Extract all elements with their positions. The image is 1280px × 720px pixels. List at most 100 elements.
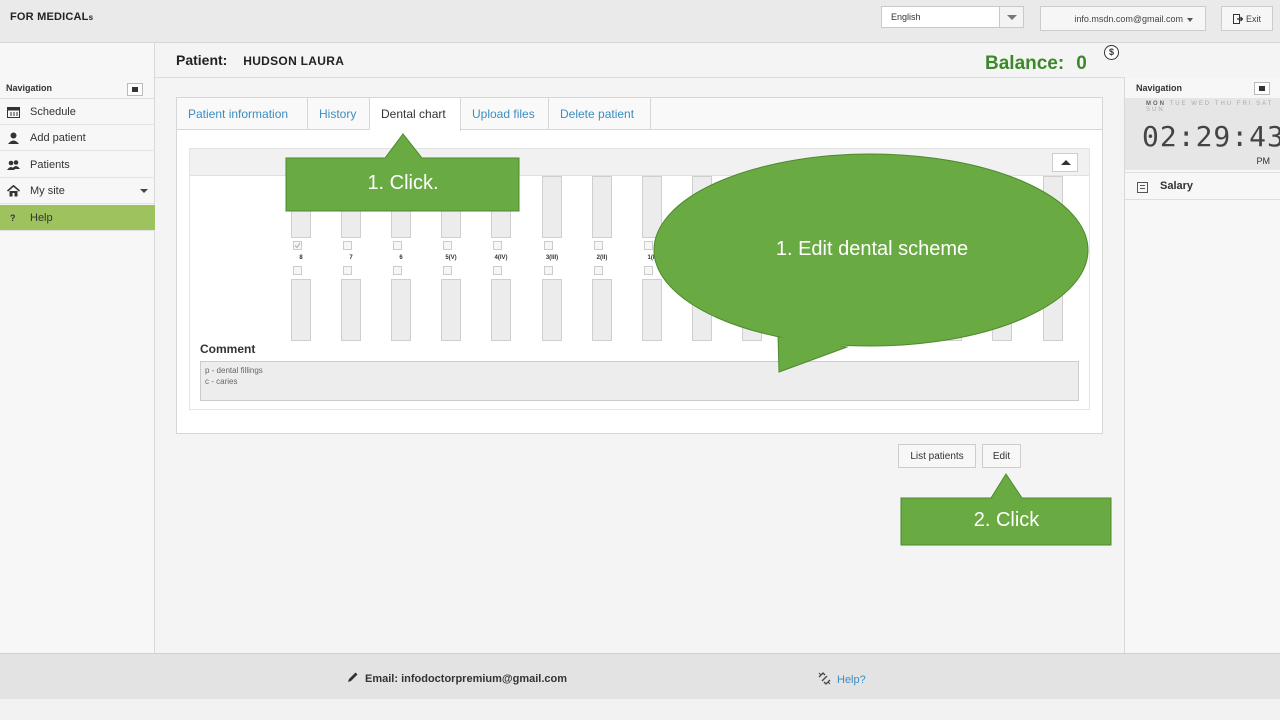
tooth-checkbox[interactable] — [594, 241, 603, 250]
calculator-icon — [1137, 182, 1148, 193]
weekday-sun: SUN — [1146, 107, 1165, 113]
help-link[interactable]: Help? — [818, 672, 866, 686]
broken-link-icon — [818, 672, 831, 685]
callout-edit-scheme — [653, 153, 1089, 373]
pencil-icon — [348, 672, 358, 682]
tooth-checkbox[interactable] — [493, 266, 502, 275]
clock-ampm: PM — [1256, 156, 1271, 166]
sidebar-item-help[interactable]: ? Help — [0, 205, 155, 231]
language-value: English — [891, 12, 921, 22]
tooth-number: 3(III) — [545, 255, 559, 261]
sidebar-item-label: Patients — [30, 159, 70, 171]
tab-dental-chart[interactable]: Dental chart — [370, 98, 461, 131]
footer-strip — [0, 699, 1280, 720]
calendar-icon — [7, 107, 20, 118]
caret-down-icon — [140, 189, 148, 193]
sidebar-item-patients[interactable]: Patients — [0, 152, 155, 178]
tooth-checkbox[interactable] — [544, 241, 553, 250]
patient-header: Patient: HUDSON LAURA — [176, 52, 344, 68]
tooth-checkbox[interactable] — [343, 266, 352, 275]
sidebar-item-label: Schedule — [30, 106, 76, 118]
tooth-checkbox[interactable] — [544, 266, 553, 275]
weekday-thu: THU — [1214, 101, 1234, 107]
dollar-coin-icon[interactable]: $ — [1104, 45, 1119, 60]
balance-label: Balance: — [985, 53, 1065, 74]
tooth-lower[interactable] — [491, 279, 511, 341]
footer-email: Email: infodoctorpremium@gmail.com — [347, 671, 567, 685]
edit-button[interactable]: Edit — [982, 444, 1021, 468]
users-icon — [7, 160, 20, 170]
header-divider — [155, 77, 1125, 78]
tooth-checkbox[interactable] — [393, 266, 402, 275]
exit-button[interactable]: Exit — [1221, 6, 1273, 31]
tooth-number: 5(V) — [445, 255, 457, 261]
weekday-tue: TUE — [1169, 101, 1188, 107]
sidebar-item-my-site[interactable]: My site — [0, 178, 155, 204]
tooth-checkbox[interactable] — [393, 241, 402, 250]
chevron-down-icon[interactable] — [999, 7, 1023, 27]
salary-label: Salary — [1160, 180, 1194, 192]
exit-label: Exit — [1246, 14, 1262, 24]
tooth-checkbox[interactable] — [443, 266, 452, 275]
tooth-number: 8 — [299, 255, 303, 261]
language-select[interactable]: English — [881, 6, 1024, 28]
tooth-upper[interactable] — [542, 176, 562, 238]
tab-patient-information[interactable]: Patient information — [177, 98, 308, 130]
sidebar-toggle-icon[interactable] — [127, 83, 143, 96]
user-icon — [8, 132, 19, 144]
tooth-lower[interactable] — [592, 279, 612, 341]
tooth-checkbox[interactable] — [443, 241, 452, 250]
tooth-number: 2(II) — [596, 255, 608, 261]
tooth-lower[interactable] — [542, 279, 562, 341]
sidebar-item-salary[interactable]: Salary — [1125, 172, 1280, 200]
clock-time: 02:29:43 — [1142, 120, 1280, 153]
user-menu-button[interactable]: info.msdn.com@gmail.com — [1040, 6, 1206, 31]
callout-click-edit-text: 2. Click — [973, 509, 1040, 531]
tooth-lower[interactable] — [341, 279, 361, 341]
tab-upload-files[interactable]: Upload files — [461, 98, 549, 130]
app-logo[interactable]: FOR MEDICALs — [10, 11, 93, 23]
user-email: info.msdn.com@gmail.com — [1074, 14, 1183, 24]
tooth-checkbox[interactable] — [493, 241, 502, 250]
question-icon: ? — [10, 213, 16, 223]
home-icon — [7, 185, 20, 197]
tooth-number: 6 — [399, 255, 403, 261]
top-bar: FOR MEDICALs English info.msdn.com@gmail… — [0, 0, 1280, 43]
sidebar-item-label: My site — [30, 185, 65, 197]
tooth-lower[interactable] — [441, 279, 461, 341]
tooth-upper[interactable] — [592, 176, 612, 238]
sidebar-item-add-patient[interactable]: Add patient — [0, 125, 155, 151]
left-nav-title: Navigation — [0, 79, 155, 99]
sidebar-item-label: Help — [30, 212, 53, 224]
tooth-checkbox[interactable] — [594, 266, 603, 275]
callout-click-text: 1. Click. — [367, 172, 439, 194]
patient-name: HUDSON LAURA — [243, 54, 345, 68]
tooth-checkbox[interactable] — [343, 241, 352, 250]
weekday-sat: SAT — [1256, 101, 1274, 107]
callout-edit-scheme-text: 1. Edit dental scheme — [775, 238, 969, 260]
patient-label: Patient: — [176, 52, 228, 68]
footer-email-label: Email: — [365, 673, 399, 685]
right-sidebar: Navigation MON TUE WED THU FRI SAT SUN 0… — [1124, 78, 1280, 653]
balance-display: Balance: 0 — [985, 53, 1087, 75]
tooth-lower[interactable] — [291, 279, 311, 341]
list-patients-button[interactable]: List patients — [898, 444, 976, 468]
footer-email-value[interactable]: infodoctorpremium@gmail.com — [401, 673, 567, 685]
tooth-lower[interactable] — [391, 279, 411, 341]
tab-history[interactable]: History — [308, 98, 370, 130]
tooth-checkbox-checked[interactable] — [293, 241, 302, 250]
sidebar-item-label: Add patient — [30, 132, 86, 144]
tab-bar: Patient information History Dental chart… — [177, 98, 1102, 131]
balance-value: 0 — [1076, 53, 1087, 74]
svg-text:?: ? — [10, 213, 16, 223]
tooth-number: 4(IV) — [494, 255, 508, 261]
tooth-checkbox[interactable] — [293, 266, 302, 275]
tab-delete-patient[interactable]: Delete patient — [549, 98, 651, 130]
caret-down-icon — [1187, 17, 1193, 22]
sidebar-toggle-icon[interactable] — [1254, 82, 1270, 95]
comment-label: Comment — [200, 342, 256, 356]
sidebar-item-schedule[interactable]: Schedule — [0, 99, 155, 125]
weekday-fri: FRI — [1236, 101, 1253, 107]
left-sidebar: Navigation Schedule Add patient Patients… — [0, 43, 155, 653]
footer: Email: infodoctorpremium@gmail.com Help? — [0, 653, 1280, 699]
